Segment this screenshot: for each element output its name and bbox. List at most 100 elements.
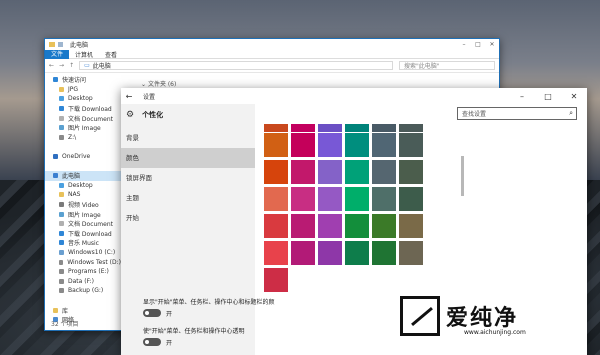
accent-color-swatch[interactable] [264,187,288,211]
accent-color-swatch[interactable] [372,214,396,238]
accent-color-swatch[interactable] [399,214,423,238]
accent-color-swatch[interactable] [291,133,315,157]
ribbon-tab-view[interactable]: 查看 [99,50,123,59]
ribbon-tab-computer[interactable]: 计算机 [69,50,99,59]
nav-item[interactable] [45,142,121,152]
settings-nav-item[interactable]: 主题 [121,188,255,208]
accent-color-swatch[interactable] [345,241,369,265]
settings-nav-item[interactable]: 锁屏界面 [121,168,255,188]
toggle-transparency[interactable] [143,338,161,346]
accent-color-swatch[interactable] [318,160,342,184]
accent-color-swatch[interactable] [345,187,369,211]
accent-color-swatch[interactable] [345,214,369,238]
nav-item[interactable]: Backup (G:) [45,286,121,296]
accent-color-swatch[interactable] [291,160,315,184]
settings-search-input[interactable]: 查找设置 ⌕ [457,107,577,120]
forward-arrow-icon[interactable]: → [59,62,64,69]
accent-color-swatch[interactable] [345,124,369,132]
section-title: 个性化 [142,111,164,119]
nav-item[interactable]: 库 [45,305,121,315]
nav-item-icon [59,182,64,188]
accent-color-swatch[interactable] [264,124,288,132]
nav-item[interactable]: NAS [45,190,121,200]
nav-item[interactable]: JPG [45,85,121,95]
settings-nav-item[interactable]: 颜色 [121,148,255,168]
accent-color-swatch[interactable] [291,241,315,265]
nav-item[interactable]: 图片 Image [45,123,121,133]
status-bar-item-count: 32 个项目 [51,321,79,328]
nav-item-icon [59,134,64,140]
accent-color-swatch[interactable] [318,241,342,265]
nav-item[interactable]: 下载 Download [45,104,121,114]
folders-group-header[interactable]: ⌄ 文件夹 (6) [141,79,176,88]
nav-item[interactable] [45,161,121,171]
back-arrow-icon[interactable]: ← [121,92,137,101]
accent-color-swatch[interactable] [291,187,315,211]
scrollbar-thumb[interactable] [461,156,464,196]
quick-access-toolbar-icon[interactable] [58,42,63,47]
nav-item[interactable]: 下载 Download [45,229,121,239]
nav-item[interactable]: 文档 Document [45,219,121,229]
accent-color-swatch[interactable] [264,268,288,292]
accent-color-swatch[interactable] [345,160,369,184]
back-arrow-icon[interactable]: ← [49,62,54,69]
minimize-button[interactable]: – [457,39,471,50]
settings-nav-item[interactable]: 开始 [121,208,255,228]
nav-item-icon [59,106,64,112]
accent-color-swatch[interactable] [399,241,423,265]
up-arrow-icon[interactable]: ↑ [69,62,74,69]
maximize-button[interactable]: □ [535,88,561,104]
nav-item[interactable]: 图片 Image [45,209,121,219]
accent-color-swatch[interactable] [318,124,342,132]
maximize-button[interactable]: □ [471,39,485,50]
nav-item[interactable]: Data (F:) [45,276,121,286]
accent-color-swatch[interactable] [372,241,396,265]
accent-color-swatch[interactable] [372,133,396,157]
settings-header: ⚙ 个性化 [121,104,255,126]
accent-color-swatch[interactable] [264,160,288,184]
nav-item[interactable]: Programs (E:) [45,267,121,277]
accent-color-swatch[interactable] [372,124,396,132]
accent-color-swatch[interactable] [399,160,423,184]
explorer-address-row: ← → ↑ ▭ 此电脑 搜索"此电脑" [45,59,499,73]
nav-item[interactable]: Windows Test (D:) [45,257,121,267]
nav-item[interactable]: OneDrive [45,152,121,162]
accent-color-swatch[interactable] [264,214,288,238]
accent-color-swatch[interactable] [291,214,315,238]
accent-color-swatch[interactable] [318,214,342,238]
nav-item[interactable]: 视频 Video [45,200,121,210]
ribbon-tab-file[interactable]: 文件 [45,49,70,59]
toggle-show-color[interactable] [143,309,161,317]
accent-color-swatch[interactable] [291,124,315,132]
nav-item[interactable]: 文档 Document [45,113,121,123]
address-bar[interactable]: ▭ 此电脑 [79,61,393,70]
nav-item-icon [59,230,64,236]
accent-color-swatch[interactable] [345,133,369,157]
accent-color-swatch[interactable] [372,187,396,211]
accent-color-swatch[interactable] [399,124,423,132]
nav-item[interactable] [45,296,121,306]
minimize-button[interactable]: – [509,88,535,104]
nav-item-icon [53,307,58,313]
nav-item[interactable]: Z:\ [45,133,121,143]
accent-color-swatch[interactable] [399,187,423,211]
explorer-search-input[interactable]: 搜索"此电脑" [399,61,495,70]
explorer-title: 此电脑 [70,42,89,49]
nav-item[interactable]: 音乐 Music [45,238,121,248]
accent-color-swatch[interactable] [318,133,342,157]
nav-item-label: 快速访问 [62,77,87,85]
accent-color-swatch[interactable] [318,187,342,211]
accent-color-swatch[interactable] [264,133,288,157]
nav-item[interactable]: Windows10 (C:) [45,248,121,258]
accent-color-swatch[interactable] [264,241,288,265]
accent-color-swatch[interactable] [372,160,396,184]
nav-item[interactable]: 此电脑 [45,170,121,181]
close-button[interactable]: ✕ [561,88,587,104]
accent-color-swatch[interactable] [399,133,423,157]
nav-item[interactable]: 快速访问 [45,75,121,85]
nav-item-label: 下载 Download [68,230,112,238]
close-button[interactable]: ✕ [485,39,499,50]
nav-item[interactable]: Desktop [45,181,121,191]
nav-item[interactable]: Desktop [45,94,121,104]
settings-nav-item[interactable]: 背景 [121,128,255,148]
